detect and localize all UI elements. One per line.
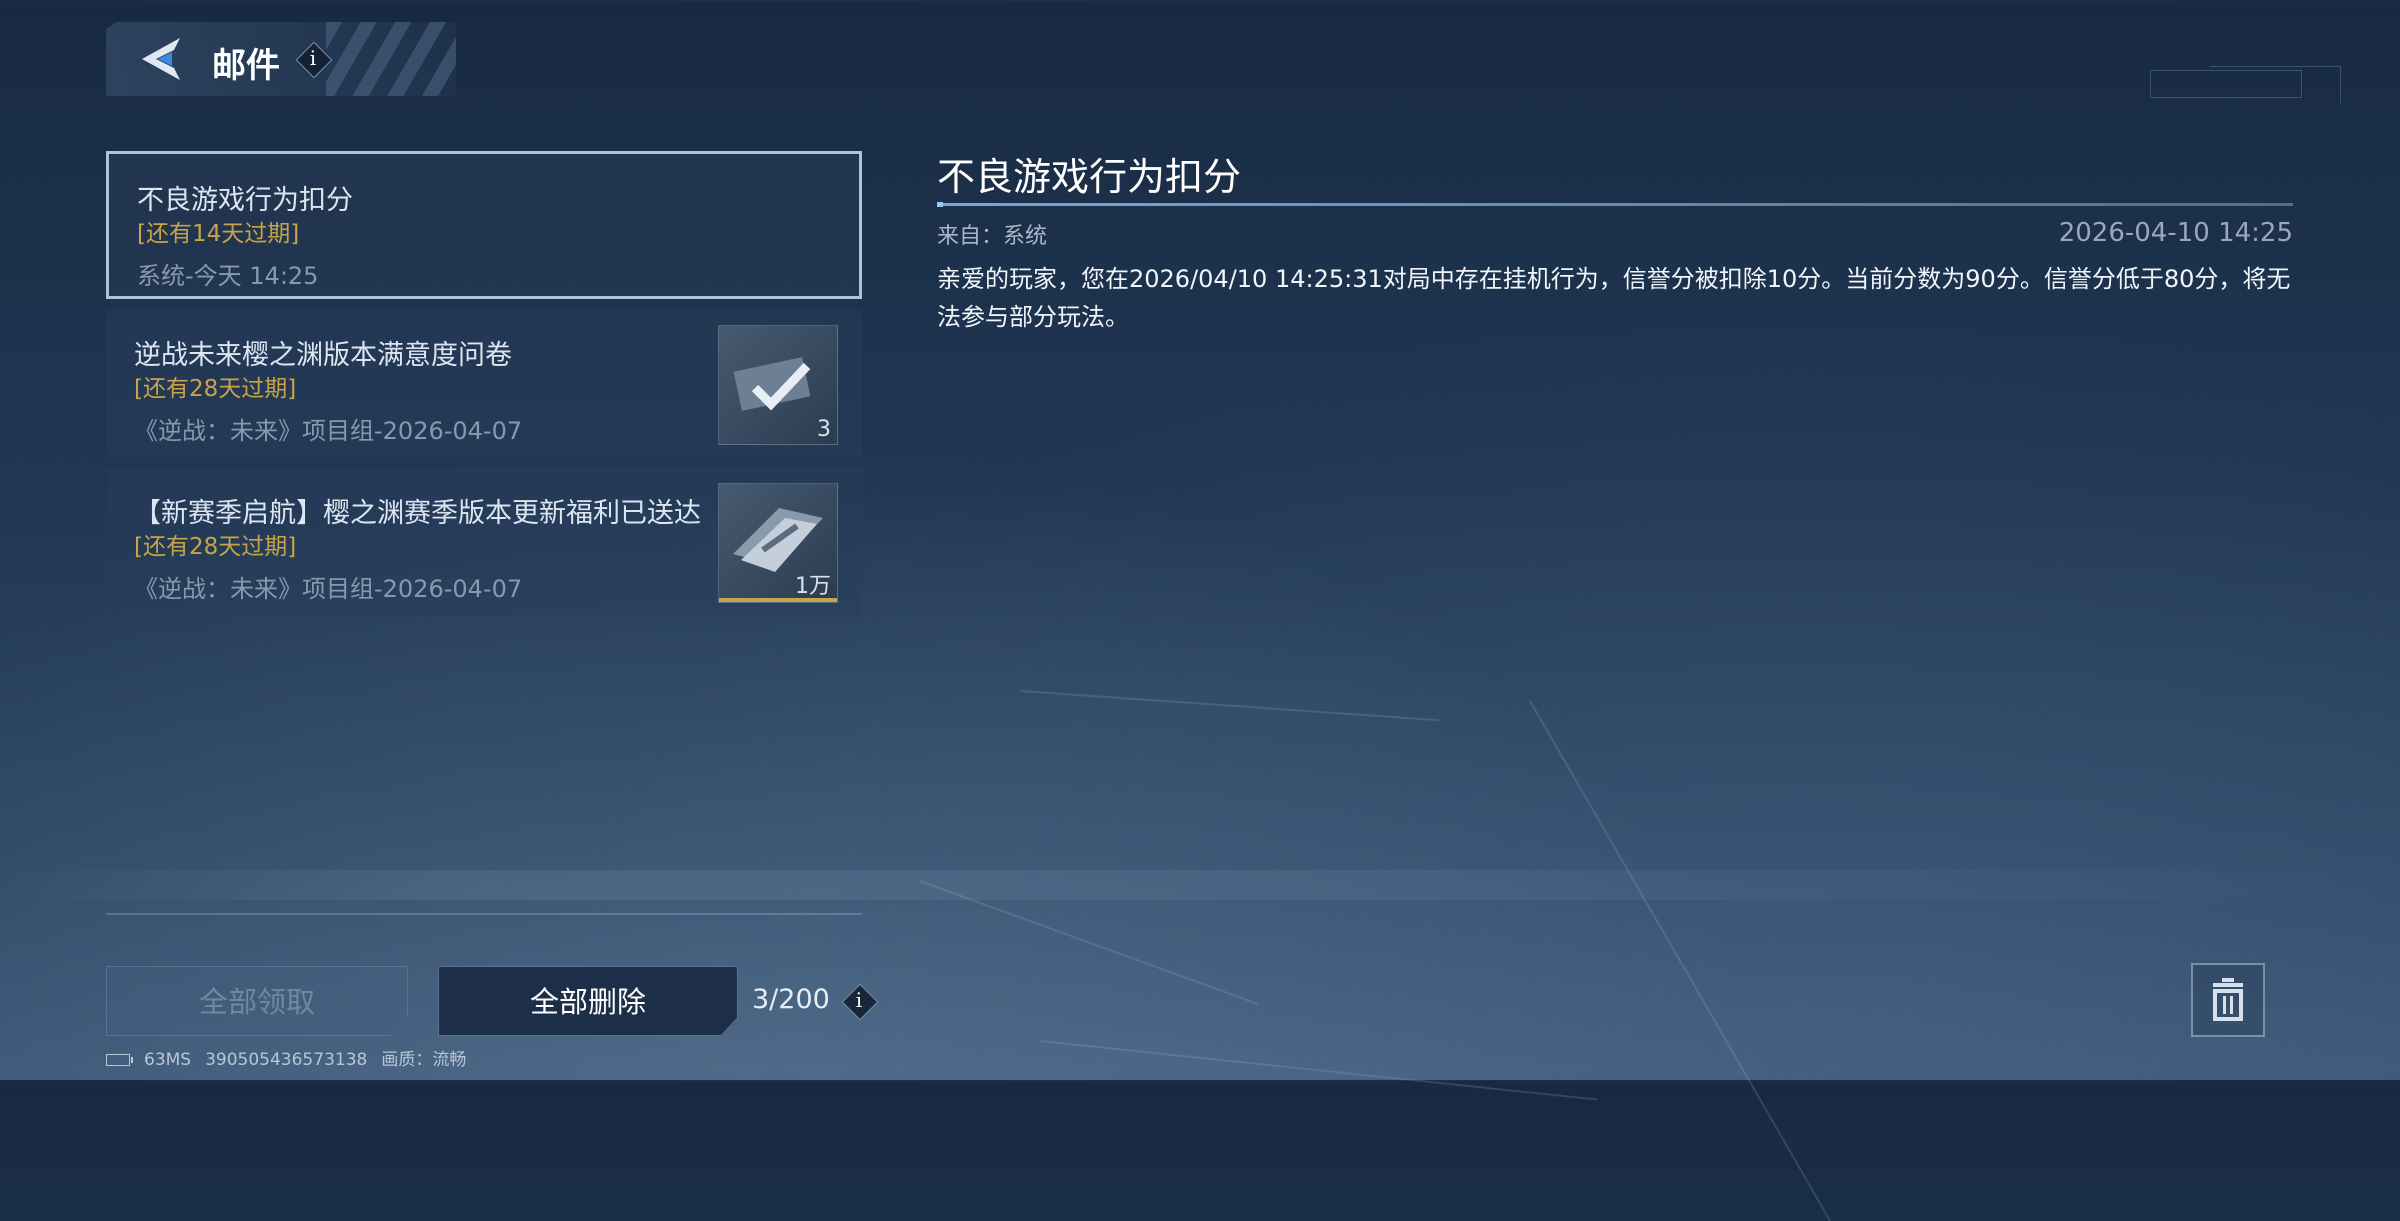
back-arrow-icon [136, 32, 192, 86]
mail-meta: 《逆战：未来》项目组-2026-04-07 [134, 569, 522, 604]
ping-value: 63MS [144, 1050, 191, 1070]
mail-title: 【新赛季启航】樱之渊赛季版本更新福利已送达 [134, 491, 701, 530]
player-id: 390505436573138 [205, 1050, 367, 1070]
trash-button[interactable] [2191, 963, 2265, 1037]
background-floor-line [1020, 690, 1439, 721]
detail-sender: 来自：系统 [937, 218, 1047, 250]
mail-expire-label: [还有14天过期] [137, 214, 299, 248]
attachment-slot[interactable]: 3 [718, 325, 838, 445]
trash-icon [2193, 965, 2263, 1035]
mail-expire-label: [还有28天过期] [134, 527, 296, 561]
background-haze [0, 870, 2400, 900]
mail-expire-label: [还有28天过期] [134, 369, 296, 403]
mail-header: 邮件 i [106, 22, 456, 96]
mail-item[interactable]: 【新赛季启航】樱之渊赛季版本更新福利已送达 [还有28天过期] 《逆战：未来》项… [106, 467, 862, 615]
detail-body: 亲爱的玩家，您在2026/04/10 14:25:31对局中存在挂机行为，信誉分… [937, 260, 2297, 336]
attachment-slot[interactable]: 1万 [718, 483, 838, 603]
delete-all-button[interactable]: 全部删除 [438, 966, 738, 1036]
mail-item-selected[interactable]: 不良游戏行为扣分 [还有14天过期] 系统-今天 14:25 [106, 151, 862, 299]
detail-divider [937, 203, 2293, 206]
mail-title: 不良游戏行为扣分 [137, 178, 353, 217]
attachment-count: 3 [817, 417, 831, 442]
list-divider [106, 913, 862, 915]
header-stripes [326, 22, 456, 96]
rarity-bar [719, 598, 837, 602]
background-floor-line [1529, 701, 1831, 1221]
mail-meta: 《逆战：未来》项目组-2026-04-07 [134, 411, 522, 446]
page-title: 邮件 [212, 38, 280, 87]
detail-title: 不良游戏行为扣分 [937, 146, 1241, 201]
info-icon[interactable]: i [296, 42, 330, 76]
graphics-quality: 画质：流畅 [381, 1050, 466, 1070]
background-floor-line [1040, 1040, 1597, 1101]
battery-icon [106, 1054, 130, 1066]
info-icon[interactable]: i [842, 984, 876, 1018]
mail-count: 3/200 [752, 984, 830, 1015]
status-bar: 63MS 390505436573138 画质：流畅 [106, 1045, 480, 1070]
back-button[interactable] [136, 32, 192, 86]
detail-date: 2026-04-10 14:25 [2059, 218, 2293, 248]
mail-title: 逆战未来樱之渊版本满意度问卷 [134, 333, 512, 372]
claim-all-button[interactable]: 全部领取 [106, 966, 408, 1036]
hud-decoration [2210, 66, 2341, 103]
attachment-count: 1万 [795, 568, 831, 600]
mail-item[interactable]: 逆战未来樱之渊版本满意度问卷 [还有28天过期] 《逆战：未来》项目组-2026… [106, 309, 862, 457]
mail-meta: 系统-今天 14:25 [137, 256, 318, 291]
